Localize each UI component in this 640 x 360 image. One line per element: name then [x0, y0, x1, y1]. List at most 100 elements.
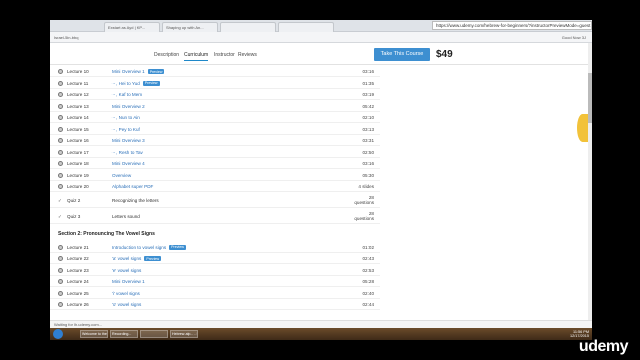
lecture-title[interactable]: Alphabet super PDF [112, 184, 153, 189]
course-price: $49 [436, 49, 453, 60]
browser-tab[interactable]: Shaping up with An... [162, 22, 218, 32]
preview-badge[interactable]: Preview [142, 80, 160, 86]
bookmark-item[interactable]: Israel-5in-bbq [54, 35, 78, 40]
lecture-number: Lecture 18 [67, 161, 89, 166]
taskbar-item[interactable] [140, 330, 168, 338]
play-icon [58, 184, 63, 189]
lecture-number: Lecture 13 [67, 103, 89, 109]
taskbar-item[interactable]: Recording... [110, 330, 138, 338]
lecture-title[interactable]: ּ - ּ, Nun to Ain [112, 115, 140, 120]
lecture-row[interactable]: Lecture 26 'o' vowel signs 02:44 [50, 299, 380, 310]
quiz-title[interactable]: Letters sound [112, 214, 140, 219]
tab-curriculum[interactable]: Curriculum [184, 52, 209, 61]
preview-badge[interactable]: Preview [169, 244, 186, 250]
lecture-title[interactable]: ּ - ּ, Kaf to Mem [112, 92, 142, 97]
bookmark-item[interactable]: Good Now 3J [562, 35, 586, 40]
lecture-number: Lecture 17 [67, 149, 89, 155]
lecture-title[interactable]: Mini Overview 1 Preview [112, 69, 165, 75]
browser-tab[interactable] [220, 22, 276, 32]
lecture-row[interactable]: Lecture 23 'e' vowel signs 02:53 [50, 265, 380, 276]
preview-badge[interactable]: Preview [144, 256, 162, 262]
browser-tab[interactable] [278, 22, 334, 32]
play-icon [58, 126, 63, 132]
lecture-title-text: Mini Overview 4 [112, 161, 145, 166]
lecture-duration: 02:40 [362, 290, 375, 296]
play-icon [58, 80, 63, 86]
quiz-number: Quiz 3 [67, 213, 81, 219]
lecture-row[interactable]: Lecture 18 Mini Overview 4 03:16 [50, 158, 380, 169]
lecture-row[interactable]: Lecture 21 Introduction to vowel signs Pre… [50, 242, 380, 253]
lecture-row[interactable]: Lecture 12ּ - ּ, Kaf to Mem 03:19 [50, 89, 380, 100]
lecture-title[interactable]: Mini Overview 2 [112, 104, 145, 109]
quiz-count-unit: questions [354, 215, 374, 221]
play-icon [58, 103, 63, 109]
section-title: Section 2: Pronouncing The Vowel Signs [58, 230, 155, 237]
lecture-title[interactable]: Mini Overview 1 [112, 279, 145, 284]
lecture-title[interactable]: ּ - ּ, Hei to Yud Preview [112, 81, 160, 86]
lecture-row[interactable]: Lecture 16 Mini Overview 3 03:31 [50, 135, 380, 146]
lecture-title[interactable]: 'i' vowel signs [112, 291, 140, 296]
lecture-row[interactable]: Lecture 17ּ - ּ, Resh to Tav 02:50 [50, 147, 380, 158]
play-icon [58, 267, 63, 273]
tab-reviews[interactable]: Reviews [238, 52, 257, 58]
lecture-row[interactable]: Lecture 11ּ - ּ, Hei to Yud Preview 01:35 [50, 78, 380, 89]
lecture-title-text: ּ - ּ, Resh to Tav [112, 149, 143, 155]
quiz-row[interactable]: ✓ Quiz 2 Recognizing the letters 28 question… [50, 194, 380, 208]
lecture-title-text: 'o' vowel signs [112, 302, 142, 307]
take-course-button[interactable]: Take This Course [374, 48, 430, 61]
lecture-duration: 05:30 [362, 172, 375, 178]
lecture-duration: 02:43 [362, 256, 375, 261]
browser-tab[interactable]: Exstart as Ayd | KP... [104, 22, 160, 32]
lecture-duration: 01:02 [362, 244, 375, 250]
tab-instructor[interactable]: Instructor [214, 52, 235, 58]
lecture-row[interactable]: Lecture 15ּ - ּ, Pey to Kuf 03:13 [50, 124, 380, 135]
lecture-row[interactable]: Lecture 14ּ - ּ, Nun to Ain 02:10 [50, 112, 380, 123]
lecture-title[interactable]: 'o' vowel signs [112, 302, 141, 307]
lecture-row[interactable]: Lecture 25 'i' vowel signs 02:40 [50, 288, 380, 299]
taskbar-item[interactable]: Welcome to the Hebr... [80, 330, 108, 338]
pointer-highlight [577, 114, 588, 142]
play-icon [58, 115, 63, 120]
quiz-row[interactable]: ✓ Quiz 3 Letters sound 28 questions [50, 210, 380, 224]
lecture-title[interactable]: 'a' vowel signs Preview [112, 256, 162, 262]
address-bar[interactable]: https://www.udemy.com/hebrew-for-beginne… [432, 21, 592, 30]
lecture-number: Lecture 22 [67, 256, 89, 261]
lecture-row[interactable]: Lecture 20 Alphabet super PDF 4 slides [50, 181, 380, 192]
lecture-duration: 02:50 [362, 149, 375, 155]
lecture-duration: 02:53 [362, 267, 375, 273]
lecture-duration: 03:31 [362, 138, 375, 143]
lecture-title[interactable]: Mini Overview 4 [112, 161, 145, 166]
play-icon [58, 69, 63, 74]
quiz-title[interactable]: Recognizing the letters [112, 198, 159, 203]
lecture-title[interactable]: Overview [112, 173, 131, 178]
lecture-row[interactable]: Lecture 13 Mini Overview 2 05:42 [50, 101, 380, 112]
tab-description[interactable]: Description [154, 52, 179, 58]
checkmark-icon: ✓ [58, 213, 62, 219]
udemy-watermark: udemy [578, 338, 629, 355]
preview-badge[interactable]: Preview [147, 69, 165, 75]
lecture-row[interactable]: Lecture 22 'a' vowel signs Preview 02:43 [50, 253, 380, 264]
taskbar-clock[interactable]: 11:56 PM 12/17/2015 [570, 330, 589, 338]
lecture-duration: 4 slides [358, 184, 374, 189]
lecture-row[interactable]: Lecture 19 Overview 05:30 [50, 170, 380, 181]
lecture-row[interactable]: Lecture 10 Mini Overview 1 Preview 03:16 [50, 66, 380, 77]
start-button-icon[interactable] [53, 329, 63, 339]
lecture-number: Lecture 12 [67, 92, 89, 97]
play-icon [58, 161, 63, 166]
play-icon [58, 149, 63, 155]
lecture-title-text: Mini Overview 1 [112, 69, 145, 74]
lecture-title-text: 'a' vowel signs [112, 256, 142, 261]
lecture-duration: 05:28 [362, 279, 375, 284]
lecture-title[interactable]: ּ - ּ, Resh to Tav [112, 150, 143, 155]
lecture-title[interactable]: ּ - ּ, Pey to Kuf [112, 127, 140, 132]
lecture-duration: 02:10 [362, 115, 375, 120]
scrollbar[interactable] [588, 43, 592, 323]
lecture-title[interactable]: 'e' vowel signs [112, 268, 141, 273]
bookmarks-bar: Israel-5in-bbq Good Now 3J [50, 32, 592, 43]
taskbar-item[interactable]: Hebrew-alp... - Micros... [170, 330, 198, 338]
lecture-row[interactable]: Lecture 24 Mini Overview 1 05:28 [50, 276, 380, 287]
lecture-title[interactable]: Introduction to vowel signs Preview [112, 245, 186, 250]
play-icon [58, 256, 63, 261]
lecture-title[interactable]: Mini Overview 3 [112, 138, 145, 143]
scrollbar-thumb[interactable] [588, 73, 592, 123]
